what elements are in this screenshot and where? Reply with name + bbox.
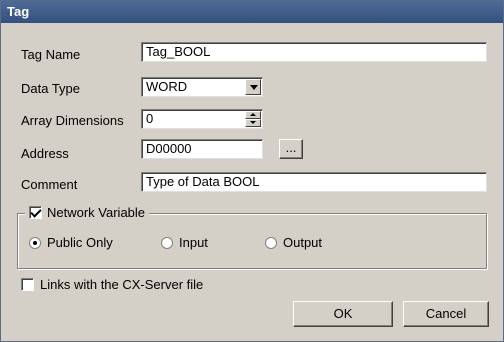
data-type-select[interactable]: WORD: [141, 77, 263, 97]
radio-input-dot[interactable]: [161, 236, 173, 249]
comment-label: Comment: [21, 177, 78, 192]
tag-name-field[interactable]: Tag_BOOL: [141, 42, 487, 62]
radio-output[interactable]: Output: [265, 235, 322, 250]
network-variable-checkbox[interactable]: [29, 206, 42, 219]
data-type-value: WORD: [146, 79, 188, 94]
array-dimensions-value: 0: [146, 111, 154, 126]
radio-public-only[interactable]: Public Only: [29, 235, 113, 250]
comment-field[interactable]: Type of Data BOOL: [141, 172, 487, 192]
browse-button[interactable]: ...: [279, 139, 303, 159]
address-label: Address: [21, 146, 69, 161]
links-checkbox[interactable]: [21, 278, 34, 291]
spinner[interactable]: [245, 111, 261, 127]
radio-input-label: Input: [179, 235, 208, 250]
data-type-label: Data Type: [21, 81, 81, 96]
cancel-button[interactable]: Cancel: [403, 301, 489, 327]
tag-name-label: Tag Name: [21, 47, 81, 62]
radio-public-only-dot[interactable]: [29, 236, 41, 249]
network-variable-header: Network Variable: [25, 205, 150, 220]
radio-input[interactable]: Input: [161, 235, 208, 250]
radio-output-dot[interactable]: [265, 236, 277, 249]
spin-down-icon[interactable]: [245, 119, 261, 127]
radio-output-label: Output: [283, 235, 323, 250]
radio-public-only-label: Public Only: [47, 235, 113, 250]
address-field[interactable]: D00000: [141, 139, 263, 159]
links-option[interactable]: Links with the CX-Server file: [21, 277, 203, 292]
array-dimensions-label: Array Dimensions: [21, 113, 124, 128]
ok-button[interactable]: OK: [293, 301, 393, 327]
chevron-down-icon[interactable]: [245, 79, 261, 95]
links-label: Links with the CX-Server file: [40, 277, 204, 292]
window-title: Tag: [7, 4, 30, 19]
tag-dialog: Tag Tag Name Tag_BOOL Data Type WORD Arr…: [0, 0, 504, 342]
array-dimensions-stepper[interactable]: 0: [141, 109, 263, 129]
spin-up-icon[interactable]: [245, 111, 261, 119]
network-variable-label: Network Variable: [47, 205, 146, 220]
title-bar[interactable]: Tag: [1, 1, 503, 23]
